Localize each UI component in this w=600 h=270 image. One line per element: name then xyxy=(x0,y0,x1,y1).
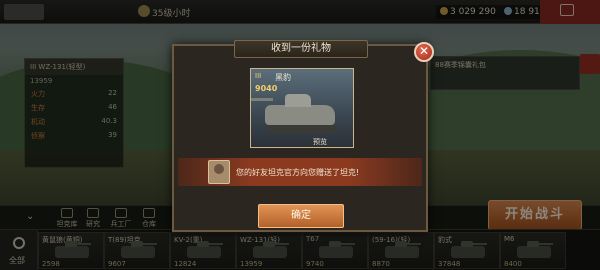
tank-price: 9040 xyxy=(255,84,278,93)
dialog-title: 收到一份礼物 xyxy=(234,40,368,58)
sender-avatar xyxy=(208,160,230,184)
preview-link[interactable]: 预览 xyxy=(313,137,327,147)
tank-image xyxy=(251,94,335,125)
gift-dialog: 收到一份礼物 ✕ III 黑豹 9040 预览 您的好友坦克官方向您赠送了坦克!… xyxy=(172,40,434,232)
gift-message: 您的好友坦克官方向您赠送了坦克! xyxy=(236,168,360,177)
tank-name: 黑豹 xyxy=(275,73,291,82)
gift-tank-card[interactable]: III 黑豹 9040 预览 xyxy=(250,68,354,148)
tier-badge: III xyxy=(255,72,262,80)
confirm-button[interactable]: 确定 xyxy=(258,204,344,228)
tank-track xyxy=(267,125,337,133)
close-button[interactable]: ✕ xyxy=(414,42,434,62)
close-icon: ✕ xyxy=(418,44,430,58)
